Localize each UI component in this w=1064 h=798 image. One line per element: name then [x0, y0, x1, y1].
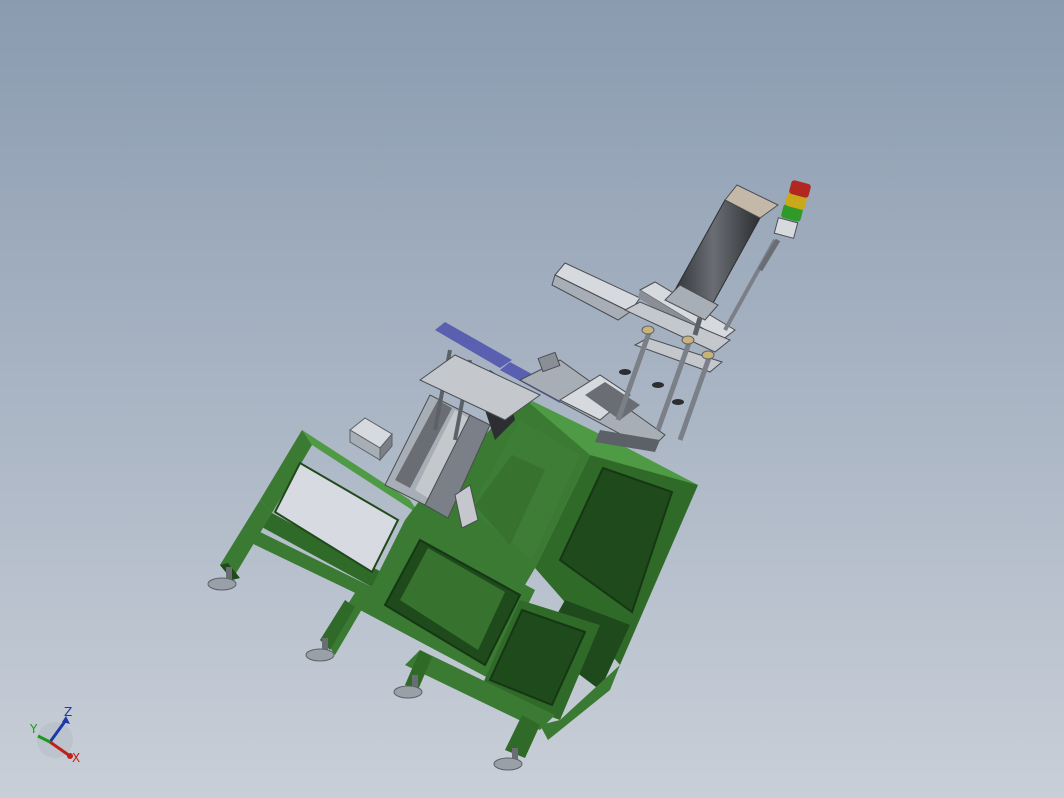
model-canvas[interactable]: Z X Y [0, 0, 1064, 798]
cad-viewport[interactable]: Z X Y [0, 0, 1064, 798]
z-axis-label: Z [64, 705, 72, 719]
y-axis-label: Y [29, 722, 38, 736]
x-axis-label: X [72, 751, 80, 765]
